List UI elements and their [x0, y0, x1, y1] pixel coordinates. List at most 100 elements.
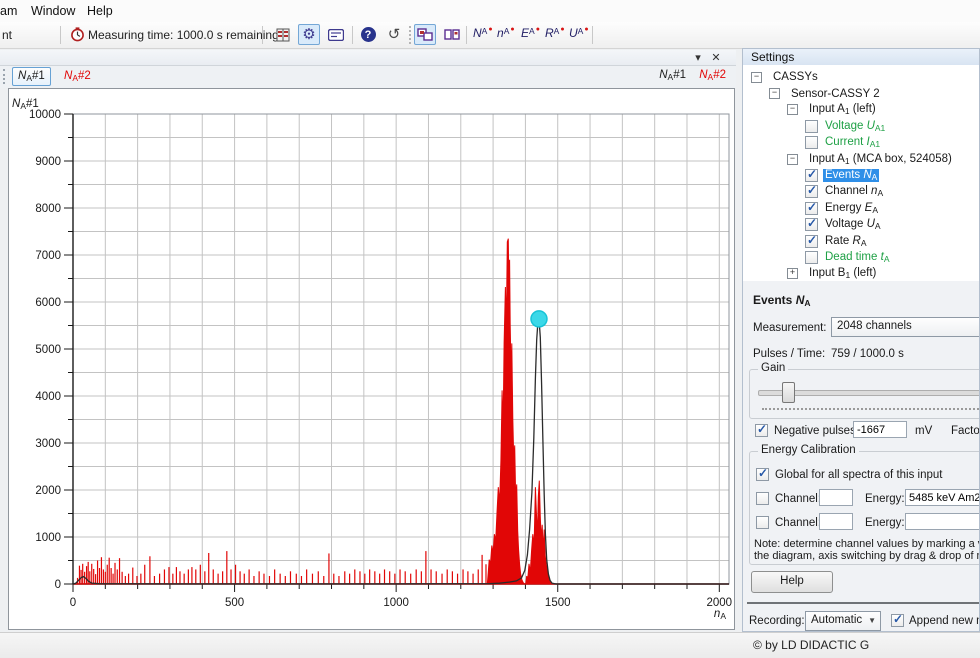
energy1-input[interactable]	[905, 489, 980, 506]
tree-item-label[interactable]: Voltage UA	[823, 218, 883, 231]
cascade-windows-button[interactable]	[414, 24, 436, 45]
undo-icon: ↺	[388, 28, 401, 42]
tree-item[interactable]: −Input A1 (left)	[743, 102, 980, 118]
tree-item-label[interactable]: Rate RA	[823, 235, 868, 248]
tree-item[interactable]: −CASSYs	[743, 69, 980, 85]
gain-slider-thumb[interactable]	[782, 382, 795, 403]
tree-item-label[interactable]: Events NA	[823, 169, 879, 182]
energy-calibration-groupbox: Energy Calibration Global for all spectr…	[749, 451, 980, 565]
collapse-node-icon[interactable]: −	[751, 72, 762, 83]
channel2-checkbox[interactable]	[756, 516, 769, 529]
recording-dropdown[interactable]: Automatic ▼	[805, 611, 881, 631]
settings-panel: Settings −CASSYs−Sensor-CASSY 2−Input A1…	[742, 48, 980, 632]
help-panel-button[interactable]: Help	[751, 571, 833, 593]
chart-canvas[interactable]: 0500100015002000010002000300040005000600…	[9, 89, 734, 629]
cascade-windows-icon	[417, 28, 433, 41]
tree-item-label[interactable]: Sensor-CASSY 2	[789, 88, 882, 100]
global-spectra-label: Global for all spectra of this input	[775, 469, 942, 481]
tree-item-label[interactable]: Dead time tA	[823, 251, 891, 264]
tree-item[interactable]: Energy EA	[743, 200, 980, 216]
append-measurement-checkbox[interactable]	[891, 614, 904, 627]
tree-item[interactable]: Events NA	[743, 167, 980, 183]
svg-text:9000: 9000	[35, 156, 61, 168]
undo-button[interactable]: ↺	[383, 24, 405, 45]
tree-item[interactable]: + Input B1 (left)	[743, 266, 980, 281]
negative-pulses-input[interactable]	[853, 421, 907, 438]
toolbar-separator	[262, 26, 263, 44]
measurement-dropdown[interactable]: 2048 channels	[831, 317, 980, 337]
tree-item[interactable]: Channel nA	[743, 184, 980, 200]
global-spectra-checkbox[interactable]	[756, 468, 769, 481]
tree-item[interactable]: Voltage UA1	[743, 118, 980, 134]
tree-item-label[interactable]: Current IA1	[823, 136, 882, 149]
tabstrip-drag-handle[interactable]	[3, 69, 5, 84]
spectrum-chart[interactable]: NA#1 nA 05001000150020000100020003000400…	[8, 88, 735, 630]
y-axis-label[interactable]: NA#1	[12, 98, 39, 111]
tree-item[interactable]: Voltage UA	[743, 217, 980, 233]
tree-item-label[interactable]: Input A1 (left)	[807, 103, 878, 116]
tree-item-label[interactable]: Channel nA	[823, 185, 885, 198]
collapse-node-icon[interactable]: −	[787, 104, 798, 115]
peak-marker[interactable]	[531, 311, 547, 327]
svg-text:2000: 2000	[35, 485, 61, 497]
quantity-button-RA[interactable]: RA●	[542, 25, 568, 47]
diagram-pane-header: ▾ ✕	[0, 50, 736, 66]
tab-spectrum-1[interactable]: NA#1	[12, 67, 51, 86]
tile-windows-button[interactable]	[441, 24, 463, 45]
energy1-label: Energy:	[865, 493, 905, 505]
tree-item-checkbox[interactable]	[805, 120, 818, 133]
quantity-button-UA[interactable]: UA●	[566, 25, 592, 47]
tree-item-checkbox[interactable]	[805, 235, 818, 248]
menu-item-diagram-partial[interactable]: am	[0, 4, 17, 18]
energy2-input[interactable]	[905, 513, 980, 530]
tree-item[interactable]: −Sensor-CASSY 2	[743, 85, 980, 101]
tree-item-checkbox[interactable]	[805, 185, 818, 198]
events-section-title: Events NA	[753, 293, 811, 308]
svg-text:1000: 1000	[35, 532, 61, 544]
channel1-input[interactable]	[819, 489, 853, 506]
energy2-label: Energy:	[865, 517, 905, 529]
channel1-label: Channel:	[775, 493, 821, 505]
show-table-button[interactable]	[272, 24, 294, 45]
negative-pulses-checkbox[interactable]	[755, 424, 768, 437]
tree-item-label[interactable]: Input B1 (left)	[807, 267, 878, 280]
tree-item-label[interactable]: Energy EA	[823, 202, 880, 215]
note-line-2: the diagram, axis switching by drag & dr…	[754, 550, 980, 562]
tree-item-label[interactable]: Voltage UA1	[823, 120, 887, 133]
tree-item-checkbox[interactable]	[805, 218, 818, 231]
quantity-button-EA[interactable]: EA●	[518, 25, 543, 47]
settings-gear-button[interactable]: ⚙	[298, 24, 320, 45]
expand-node-icon[interactable]: +	[787, 268, 798, 279]
channel2-input[interactable]	[819, 513, 853, 530]
toolbar-partial-text: nt	[2, 28, 12, 42]
tree-item[interactable]: Current IA1	[743, 135, 980, 151]
tree-item[interactable]: Rate RA	[743, 233, 980, 249]
quantity-button-nA[interactable]: nA●	[494, 25, 518, 47]
recording-label: Recording:	[749, 615, 805, 627]
x-axis-label[interactable]: nA	[714, 608, 726, 621]
tree-item-checkbox[interactable]	[805, 251, 818, 264]
quantity-button-NA[interactable]: NA●	[470, 25, 496, 47]
close-pane-icon[interactable]: ✕	[708, 51, 724, 64]
tree-item-checkbox[interactable]	[805, 136, 818, 149]
collapse-pane-icon[interactable]: ▾	[690, 51, 706, 64]
toolbar-separator	[466, 26, 467, 44]
copyright-text: © by LD DIDACTIC G	[753, 638, 869, 652]
channel1-checkbox[interactable]	[756, 492, 769, 505]
energy-calibration-label: Energy Calibration	[758, 444, 859, 456]
display-settings-button[interactable]	[325, 24, 347, 45]
collapse-node-icon[interactable]: −	[787, 154, 798, 165]
tree-item-label[interactable]: CASSYs	[771, 71, 820, 83]
help-button[interactable]: ?	[357, 24, 379, 45]
tree-item-label[interactable]: Input A1 (MCA box, 524058)	[807, 153, 954, 166]
menu-item-help[interactable]: Help	[87, 4, 113, 18]
pulses-time-value: 759 / 1000.0 s	[831, 348, 904, 360]
tree-item-checkbox[interactable]	[805, 169, 818, 182]
menu-item-window[interactable]: Window	[31, 4, 75, 18]
collapse-node-icon[interactable]: −	[769, 88, 780, 99]
tree-item[interactable]: −Input A1 (MCA box, 524058)	[743, 151, 980, 167]
tab-spectrum-2[interactable]: NA#2	[58, 67, 97, 86]
tree-item[interactable]: Dead time tA	[743, 249, 980, 265]
tree-item-checkbox[interactable]	[805, 202, 818, 215]
gain-slider-ticks	[762, 408, 980, 410]
